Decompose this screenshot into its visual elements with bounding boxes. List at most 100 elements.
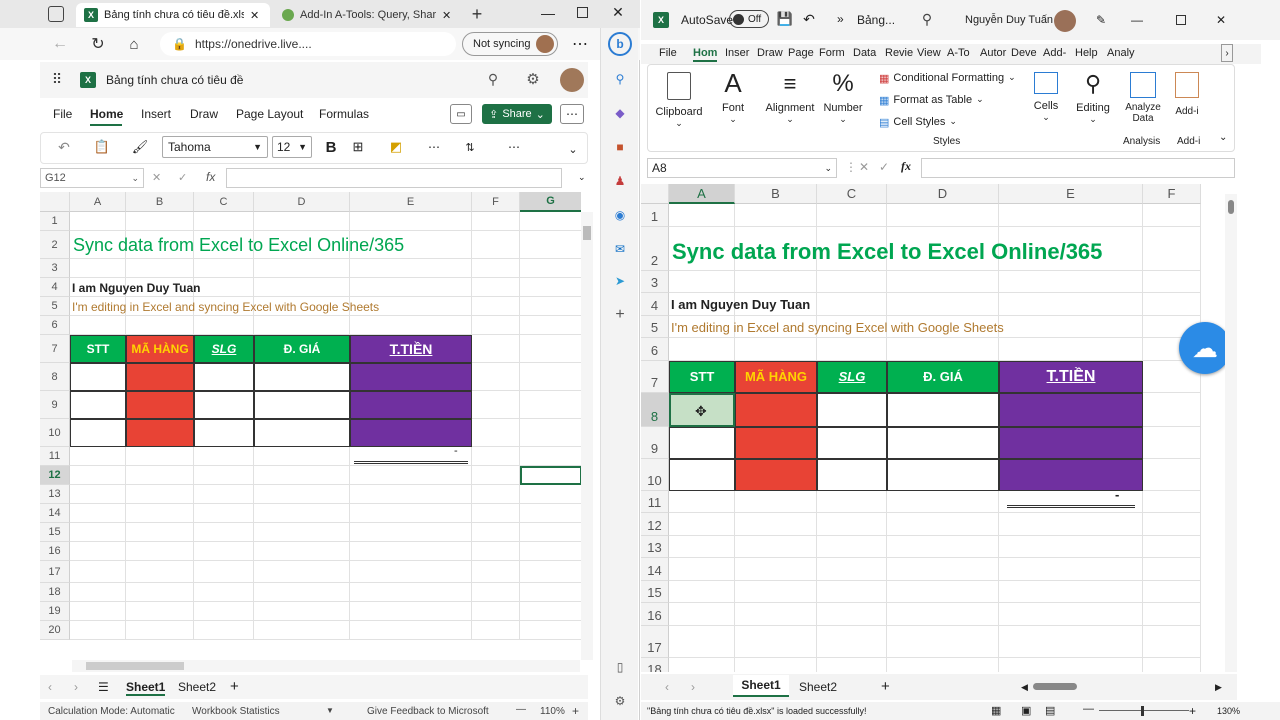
- row-header[interactable]: 8: [641, 392, 669, 427]
- cell[interactable]: [817, 490, 887, 513]
- cell[interactable]: [126, 316, 194, 335]
- cell[interactable]: [669, 270, 735, 293]
- zoom-level[interactable]: 130%: [1217, 706, 1240, 716]
- column-header[interactable]: A: [70, 192, 126, 212]
- row-header[interactable]: 16: [641, 603, 669, 626]
- cell[interactable]: [350, 485, 472, 504]
- cell[interactable]: [735, 513, 817, 536]
- row-header[interactable]: 13: [40, 485, 70, 504]
- refresh-icon[interactable]: ↻: [88, 34, 108, 54]
- table-cell[interactable]: [70, 419, 126, 447]
- cell[interactable]: [669, 204, 735, 227]
- cell[interactable]: [350, 602, 472, 621]
- sheet-tab-1[interactable]: Sheet1: [126, 680, 166, 696]
- cell[interactable]: [669, 338, 735, 361]
- cell[interactable]: [254, 278, 350, 297]
- cell[interactable]: [70, 447, 126, 466]
- cell[interactable]: [520, 316, 581, 335]
- cell[interactable]: [999, 535, 1143, 558]
- cell[interactable]: [1143, 426, 1201, 459]
- page-layout-icon[interactable]: ▣: [1021, 704, 1031, 717]
- cell[interactable]: [254, 259, 350, 278]
- row-header[interactable]: 13: [641, 535, 669, 558]
- table-cell[interactable]: [669, 426, 735, 459]
- row-header[interactable]: 18: [641, 657, 669, 672]
- table-header-cell[interactable]: STT: [669, 360, 735, 393]
- cell[interactable]: [999, 657, 1143, 672]
- cloud-sync-icon[interactable]: ☁: [1179, 322, 1231, 374]
- cell[interactable]: [70, 523, 126, 542]
- cell[interactable]: [194, 542, 254, 561]
- row-header[interactable]: 14: [641, 558, 669, 581]
- cell[interactable]: [1143, 204, 1201, 227]
- workbook-title[interactable]: Bảng tính chưa có tiêu đề: [106, 73, 243, 87]
- more-options-icon[interactable]: ⋯: [560, 104, 584, 124]
- cell[interactable]: [999, 603, 1143, 626]
- cell[interactable]: [126, 561, 194, 583]
- send-icon[interactable]: ➤: [611, 272, 629, 290]
- ribbon-tab[interactable]: Analy: [1107, 47, 1135, 59]
- table-cell[interactable]: [254, 419, 350, 447]
- cell[interactable]: [817, 293, 887, 316]
- worksheet-grid[interactable]: A B C D E F 1 2 3 4 5 6 7 8 9 10 11 12 13 14 15 16 17 18 Sync da…: [641, 184, 1225, 672]
- cell[interactable]: [520, 212, 581, 231]
- menu-formulas[interactable]: Formulas: [319, 107, 369, 121]
- cell[interactable]: [126, 602, 194, 621]
- row-header[interactable]: 16: [40, 542, 70, 561]
- selected-cell[interactable]: [520, 466, 581, 485]
- table-cell[interactable]: [999, 458, 1143, 491]
- cell[interactable]: [194, 523, 254, 542]
- table-cell[interactable]: [350, 363, 472, 391]
- zoom-in[interactable]: +: [572, 704, 579, 718]
- scroll-thumb[interactable]: [583, 226, 591, 240]
- scroll-left-icon[interactable]: ◀: [1021, 682, 1028, 693]
- cell[interactable]: [735, 204, 817, 227]
- cell[interactable]: [999, 513, 1143, 536]
- sync-button[interactable]: Not syncing: [462, 32, 558, 56]
- cell[interactable]: [194, 212, 254, 231]
- cell[interactable]: [999, 580, 1143, 603]
- cancel-icon[interactable]: ✕: [152, 171, 161, 184]
- cell[interactable]: [669, 603, 735, 626]
- cell[interactable]: [1143, 535, 1201, 558]
- profile-avatar[interactable]: [560, 68, 584, 92]
- zoom-out[interactable]: —: [1083, 703, 1094, 715]
- cell[interactable]: [887, 558, 999, 581]
- cell-styles-button[interactable]: ▤ Cell Styles ⌄: [879, 116, 957, 129]
- cell[interactable]: [817, 535, 887, 558]
- cell[interactable]: [472, 335, 520, 363]
- cell[interactable]: [520, 259, 581, 278]
- row-header[interactable]: 3: [641, 270, 669, 293]
- cell[interactable]: [520, 561, 581, 583]
- cell[interactable]: [70, 561, 126, 583]
- table-cell[interactable]: [817, 392, 887, 427]
- cell[interactable]: [520, 602, 581, 621]
- settings-icon[interactable]: ⚙: [524, 70, 542, 88]
- column-header[interactable]: G: [520, 192, 581, 212]
- cell[interactable]: [520, 419, 581, 447]
- cell[interactable]: [472, 419, 520, 447]
- vertical-scrollbar[interactable]: [1225, 194, 1237, 672]
- cancel-icon[interactable]: ✕: [859, 160, 869, 174]
- cell[interactable]: [70, 466, 126, 485]
- cell[interactable]: [520, 297, 581, 316]
- cell[interactable]: [1143, 580, 1201, 603]
- clipboard-group[interactable]: Clipboard ⌄: [653, 66, 705, 156]
- scroll-right-icon[interactable]: ▶: [1215, 682, 1222, 693]
- row-header[interactable]: 7: [641, 360, 669, 393]
- table-header-cell[interactable]: Đ. GIÁ: [254, 335, 350, 363]
- cell[interactable]: [70, 259, 126, 278]
- cell[interactable]: [254, 542, 350, 561]
- cell[interactable]: [472, 278, 520, 297]
- cell[interactable]: [817, 270, 887, 293]
- games-icon[interactable]: ♟: [611, 172, 629, 190]
- row-header[interactable]: 9: [641, 426, 669, 459]
- tools-icon[interactable]: ■: [611, 138, 629, 156]
- zoom-slider[interactable]: [1099, 710, 1189, 711]
- cell[interactable]: [735, 580, 817, 603]
- table-cell[interactable]: [999, 392, 1143, 427]
- cell[interactable]: [887, 535, 999, 558]
- tab-addin[interactable]: Add-In A-Tools: Query, Share E ✕: [274, 3, 460, 27]
- scroll-thumb[interactable]: [1228, 200, 1234, 214]
- column-header[interactable]: C: [194, 192, 254, 212]
